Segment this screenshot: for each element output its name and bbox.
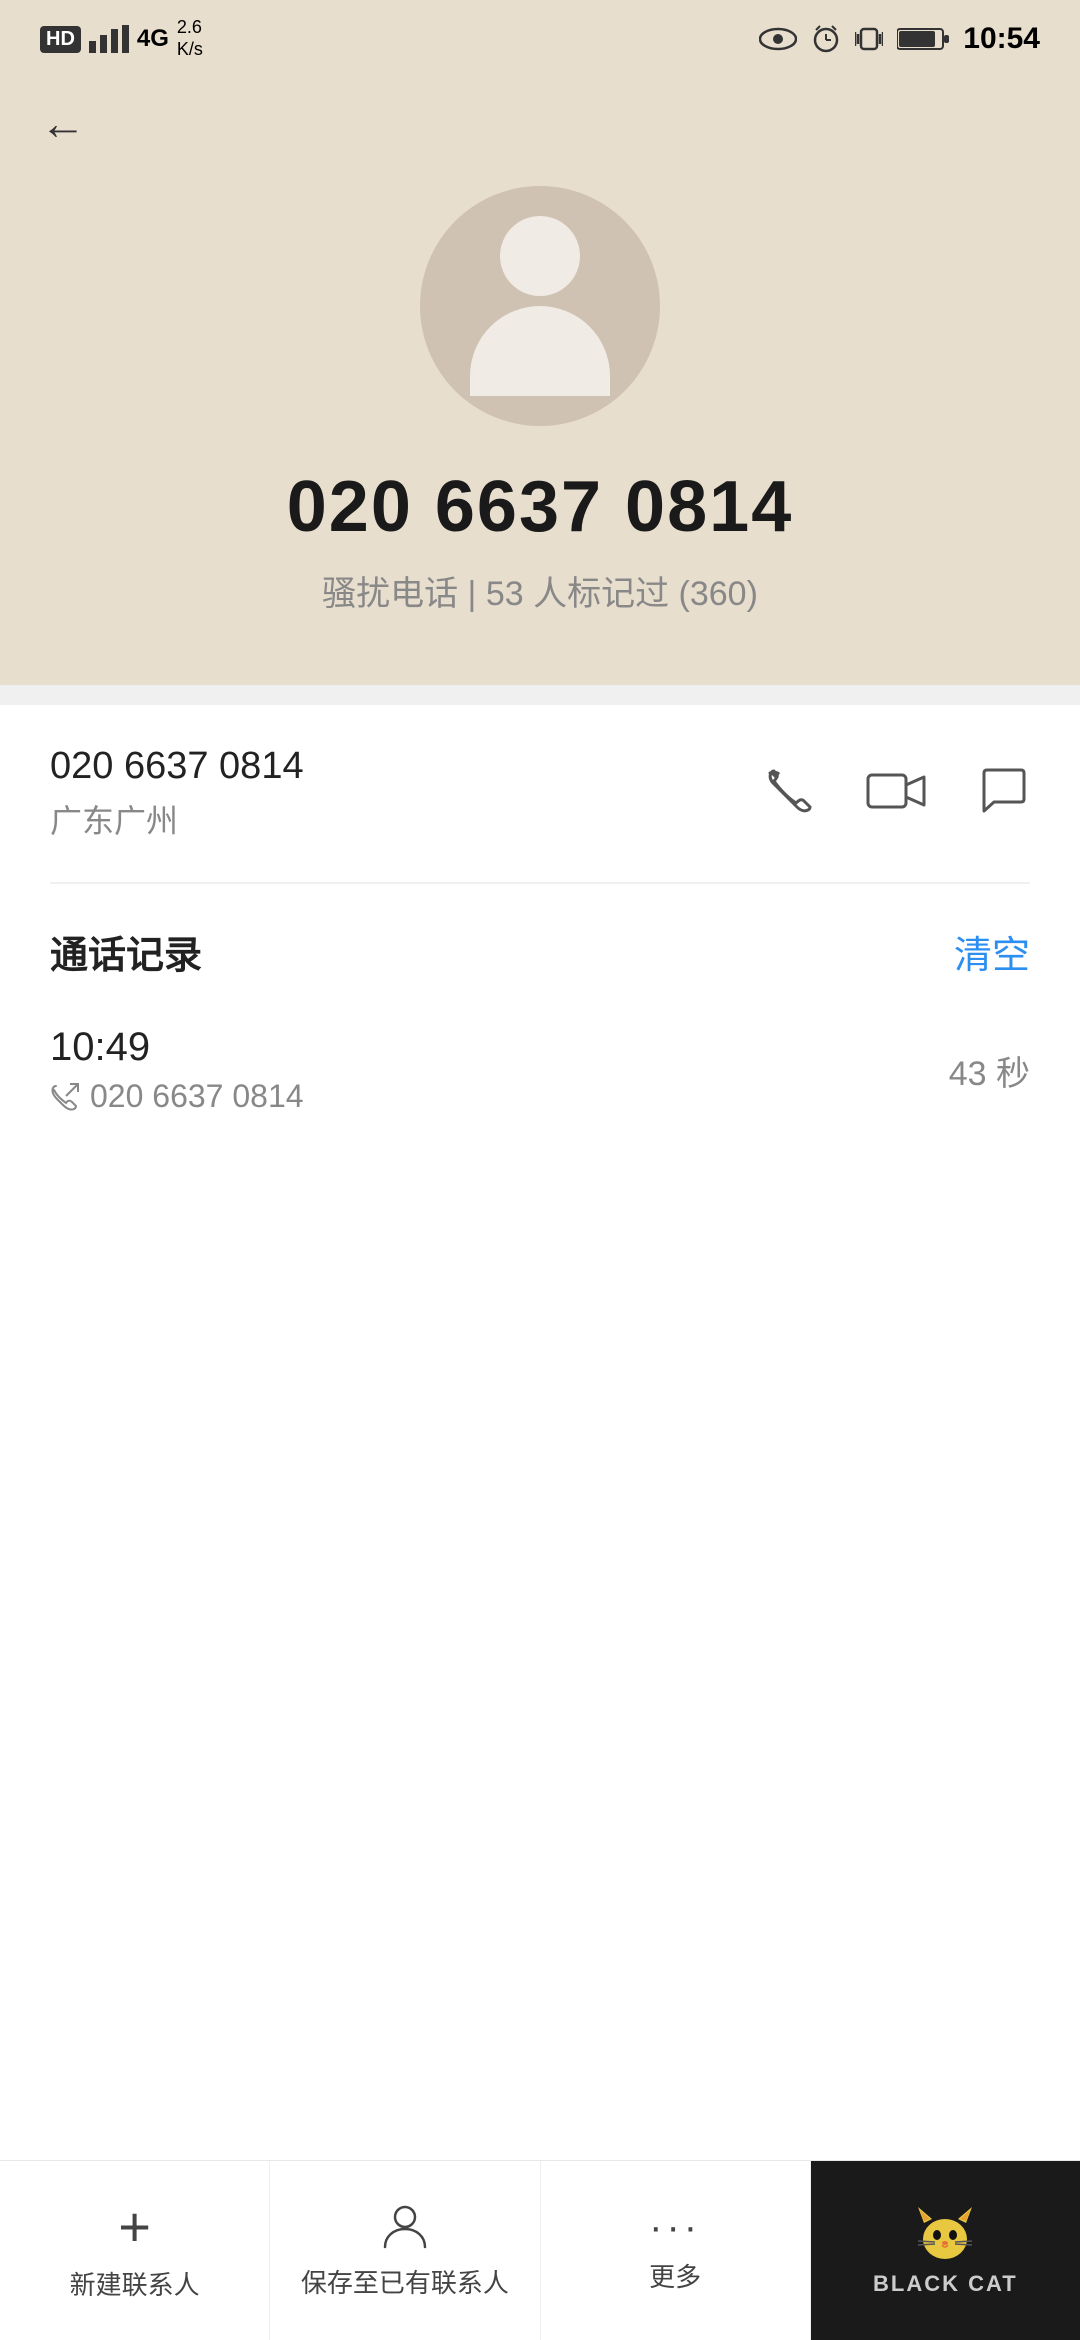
nav-black-cat[interactable]: BLACK CAT xyxy=(811,2161,1080,2340)
call-history-title: 通话记录 xyxy=(50,924,202,979)
more-icon: ··· xyxy=(649,2207,701,2247)
status-left: HD 4G 2.6K/s xyxy=(40,17,203,60)
phone-number: 020 6637 0814 xyxy=(287,466,793,548)
vibrate-icon xyxy=(855,24,883,54)
contact-number: 020 6637 0814 xyxy=(50,745,304,788)
clear-button[interactable]: 清空 xyxy=(954,924,1030,979)
plus-icon: + xyxy=(118,2199,151,2255)
status-time: 10:54 xyxy=(963,22,1040,56)
call-entry: 10:49 020 6637 0814 43 秒 xyxy=(50,1015,1030,1135)
avatar-person xyxy=(470,216,610,396)
nav-new-contact[interactable]: + 新建联系人 xyxy=(0,2161,270,2340)
status-bar: HD 4G 2.6K/s xyxy=(0,0,1080,70)
black-cat-icon xyxy=(910,2205,980,2261)
nav-new-contact-label: 新建联系人 xyxy=(70,2265,200,2302)
call-duration: 43 秒 xyxy=(949,1046,1030,1095)
person-icon xyxy=(379,2201,431,2253)
network-type: 4G xyxy=(137,25,169,53)
section-divider-top xyxy=(0,685,1080,705)
header-area: ← xyxy=(0,70,1080,146)
call-history-header: 通话记录 清空 xyxy=(50,924,1030,979)
nav-more-label: 更多 xyxy=(649,2257,701,2294)
call-entry-info: 10:49 020 6637 0814 xyxy=(50,1025,304,1115)
call-number: 020 6637 0814 xyxy=(50,1078,304,1115)
video-call-button[interactable] xyxy=(866,765,928,822)
signal-icon xyxy=(89,25,129,53)
call-time: 10:49 xyxy=(50,1025,304,1070)
speed-indicator: 2.6K/s xyxy=(177,17,203,60)
call-phone-button[interactable] xyxy=(764,765,816,822)
call-history-section: 通话记录 清空 10:49 020 6637 0814 43 秒 xyxy=(0,884,1080,1155)
nav-save-contact-label: 保存至已有联系人 xyxy=(301,2263,509,2300)
content-spacer xyxy=(0,1155,1080,1755)
phone-tag: 骚扰电话 | 53 人标记过 (360) xyxy=(322,566,758,615)
nav-save-contact[interactable]: 保存至已有联系人 xyxy=(270,2161,540,2340)
back-button[interactable]: ← xyxy=(40,100,1040,146)
profile-section: 020 6637 0814 骚扰电话 | 53 人标记过 (360) xyxy=(0,146,1080,685)
avatar xyxy=(420,186,660,426)
incoming-call-icon xyxy=(50,1082,80,1112)
nav-more[interactable]: ··· 更多 xyxy=(541,2161,811,2340)
contact-actions xyxy=(764,765,1030,822)
nav-black-cat-label: BLACK CAT xyxy=(873,2271,1018,2297)
hd-badge: HD xyxy=(40,26,81,53)
avatar-head xyxy=(500,216,580,296)
avatar-body xyxy=(470,306,610,396)
status-right: 10:54 xyxy=(759,22,1040,56)
contact-info: 020 6637 0814 广东广州 xyxy=(50,745,304,842)
eye-icon xyxy=(759,25,797,53)
contact-location: 广东广州 xyxy=(50,796,304,842)
bottom-nav: + 新建联系人 保存至已有联系人 ··· 更多 xyxy=(0,2160,1080,2340)
alarm-icon xyxy=(811,24,841,54)
contact-row: 020 6637 0814 广东广州 xyxy=(0,705,1080,882)
message-button[interactable] xyxy=(978,765,1030,822)
battery-icon xyxy=(897,26,949,52)
